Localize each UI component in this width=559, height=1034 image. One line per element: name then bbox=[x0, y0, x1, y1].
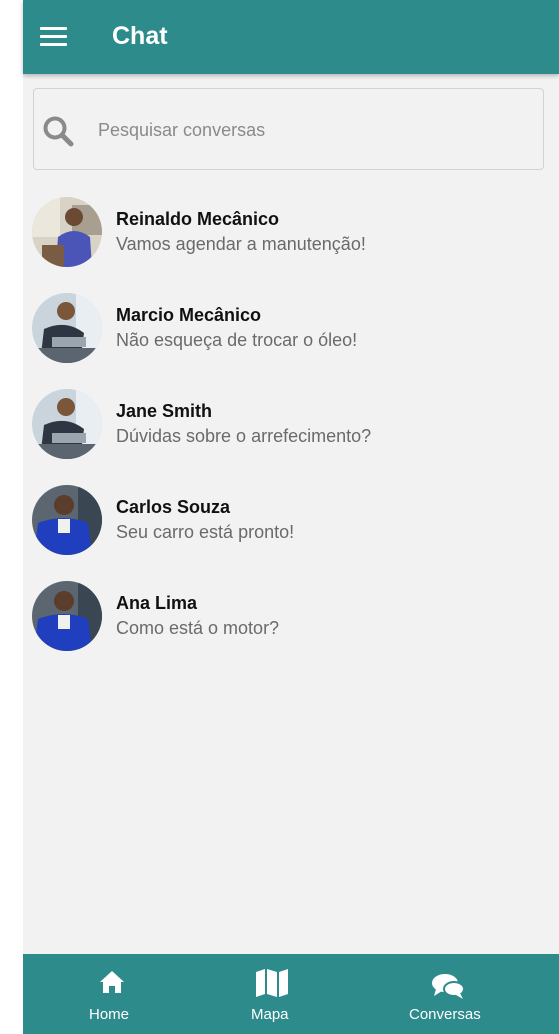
app-header: Chat bbox=[23, 0, 559, 74]
conversation-name: Reinaldo Mecânico bbox=[116, 209, 280, 229]
chat-bubbles-icon bbox=[432, 974, 465, 999]
avatar bbox=[32, 389, 102, 459]
nav-map[interactable]: Mapa bbox=[237, 954, 307, 1034]
search-input[interactable] bbox=[98, 115, 518, 145]
avatar bbox=[32, 197, 102, 267]
nav-conversas[interactable]: Conversas bbox=[403, 954, 493, 1034]
app-screen: Chat Reinaldo Mecânico Vamos agendar a m… bbox=[23, 0, 559, 1034]
nav-home-label: Home bbox=[89, 1006, 130, 1023]
conversation-item[interactable]: Ana Lima Como está o motor? bbox=[23, 578, 559, 674]
conversation-message: Dúvidas sobre o arrefecimento? bbox=[116, 426, 372, 446]
hamburger-menu-icon[interactable] bbox=[40, 27, 67, 47]
nav-home[interactable]: Home bbox=[75, 954, 149, 1034]
conversation-item[interactable]: Jane Smith Dúvidas sobre o arrefecimento… bbox=[23, 386, 559, 482]
conversation-message: Como está o motor? bbox=[116, 618, 280, 638]
nav-map-label: Mapa bbox=[251, 1006, 289, 1023]
avatar bbox=[32, 485, 102, 555]
conversation-message: Seu carro está pronto! bbox=[116, 522, 295, 542]
conversation-name: Ana Lima bbox=[116, 593, 198, 613]
search-icon bbox=[43, 116, 74, 147]
conversation-message: Não esqueça de trocar o óleo! bbox=[116, 330, 358, 350]
page-title: Chat bbox=[112, 22, 168, 50]
conversation-item[interactable]: Carlos Souza Seu carro está pronto! bbox=[23, 482, 559, 578]
conversation-name: Jane Smith bbox=[116, 401, 213, 421]
nav-conversas-label: Conversas bbox=[409, 1006, 481, 1023]
map-icon bbox=[256, 969, 288, 997]
conversation-name: Marcio Mecânico bbox=[116, 305, 262, 325]
conversation-name: Carlos Souza bbox=[116, 497, 231, 517]
conversation-list: Reinaldo Mecânico Vamos agendar a manute… bbox=[23, 194, 559, 674]
conversation-message: Vamos agendar a manutenção! bbox=[116, 234, 366, 254]
conversation-item[interactable]: Marcio Mecânico Não esqueça de trocar o … bbox=[23, 290, 559, 386]
bottom-navigation: Home Mapa Conversas bbox=[23, 954, 559, 1034]
avatar bbox=[32, 581, 102, 651]
home-icon bbox=[100, 971, 124, 993]
conversation-item[interactable]: Reinaldo Mecânico Vamos agendar a manute… bbox=[23, 194, 559, 290]
search-bar[interactable] bbox=[33, 88, 544, 170]
avatar bbox=[32, 293, 102, 363]
